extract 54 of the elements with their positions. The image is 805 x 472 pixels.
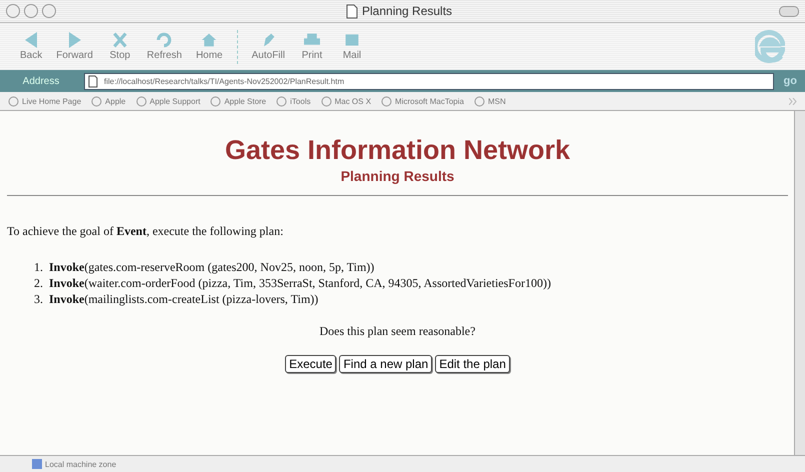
globe-icon [474,96,485,106]
go-button[interactable]: go [782,75,799,87]
globe-icon [91,96,102,106]
question-text: Does this plan seem reasonable? [318,324,476,339]
globe-icon [136,96,147,106]
window-control-icon[interactable] [6,4,20,18]
browser-logo-icon [755,30,785,64]
step-number: 2. [33,275,43,291]
page-subheading: Planning Results [340,168,456,184]
toolbar-toggle-button[interactable] [779,6,799,16]
forward-arrow-icon [68,32,81,48]
globe-icon [381,96,392,106]
form-button[interactable]: Find a new plan [339,355,432,373]
window-control-icon[interactable] [24,4,38,18]
form-button[interactable]: Execute [285,355,336,373]
favorite-link[interactable]: iTools [276,96,311,106]
form-button[interactable]: Edit the plan [435,355,510,373]
more-chevron-icon[interactable] [789,98,797,104]
vertical-scrollbar[interactable] [794,111,805,455]
toolbar-button[interactable]: Forward [56,32,93,61]
step-number: 3. [33,291,43,307]
step-number: 1. [33,259,43,275]
address-label: Address [22,76,60,86]
toolbar-button[interactable]: Home [196,32,223,61]
address-field[interactable]: file://localhost/Research/talks/TI/Agents-Nov252002/PlanResult.htm [84,72,774,90]
window-title: Planning Results [362,4,452,18]
window-control-icon[interactable] [42,4,56,18]
back-arrow-icon [25,32,38,48]
favorite-link[interactable]: MSN [474,96,506,106]
toolbar-button[interactable]: Print [298,32,325,61]
globe-icon [210,96,222,106]
zone-icon [32,459,42,469]
favorite-link[interactable]: Mac OS X [320,96,372,106]
document-icon [88,74,98,88]
plan-step: Invoke(waiter.com-orderFood (pizza, Tim, 353SerraSt, Stanford, CA, 94305, AssortedVarietiesFor100)) [49,275,551,291]
favorite-link[interactable]: Live Home Page [8,96,82,106]
status-text: Local machine zone [45,460,116,468]
toolbar-button[interactable]: Back [20,32,42,61]
toolbar-button[interactable]: Mail [338,32,365,61]
favorite-link[interactable]: Microsoft MacTopia [381,96,464,106]
document-icon [346,4,358,18]
plan-step: Invoke(gates.com-reserveRoom (gates200, Nov25, noon, 5p, Tim)) [49,259,374,275]
toolbar-button[interactable]: AutoFill [252,32,285,61]
globe-icon [320,96,332,106]
globe-icon [276,96,288,106]
favorite-link[interactable]: Apple [91,96,126,106]
toolbar-button[interactable]: Refresh [146,32,182,61]
intro-text: To achieve the goal of Event, execute the following plan: [7,224,284,239]
favorite-link[interactable]: Apple Store [210,96,266,106]
globe-icon [8,96,19,106]
favorite-link[interactable]: Apple Support [136,96,200,106]
plan-step: Invoke(mailinglists.com-createList (pizza-lovers, Tim)) [49,291,318,307]
page-heading: Gates Information Network [224,135,572,166]
toolbar-button[interactable]: Stop [106,32,133,61]
